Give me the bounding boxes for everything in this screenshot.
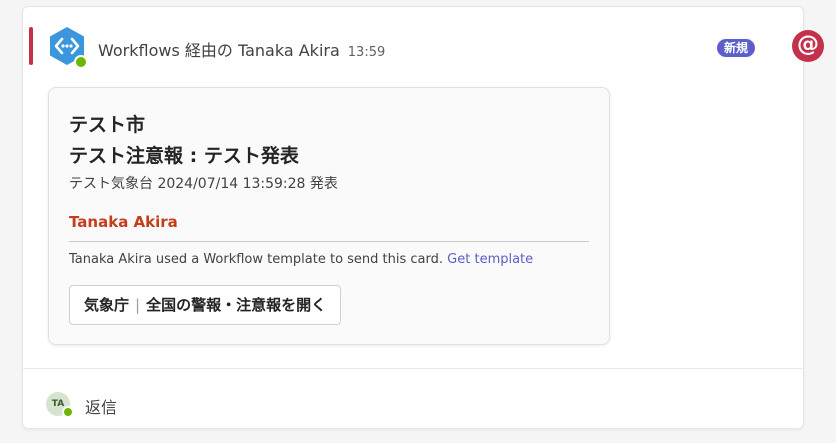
urgent-accent-bar xyxy=(29,27,33,65)
reply-button[interactable]: 返信 xyxy=(85,394,117,418)
card-title-city: テスト市 xyxy=(69,114,146,136)
new-badge: 新規 xyxy=(717,39,756,57)
message-header: Workflows 経由の Tanaka Akira 13:59 xyxy=(98,37,385,61)
get-template-link[interactable]: Get template xyxy=(447,252,533,267)
sender-avatar[interactable] xyxy=(47,26,88,69)
presence-available-icon xyxy=(74,55,88,69)
card-person-name: Tanaka Akira xyxy=(69,213,178,231)
button-part-action: 全国の警報・注意報を開く xyxy=(146,296,327,314)
card-footer: Tanaka Akira used a Workflow template to… xyxy=(69,252,533,267)
reply-presence-icon xyxy=(62,406,74,418)
card-issued-info: テスト気象台 2024/07/14 13:59:28 発表 xyxy=(69,176,338,192)
button-part-agency: 気象庁 xyxy=(84,296,130,314)
mention-icon[interactable]: @ xyxy=(792,30,824,62)
card-divider xyxy=(69,241,589,242)
adaptive-card: テスト市 テスト注意報 : テスト発表 テスト気象台 2024/07/14 13… xyxy=(48,87,610,345)
chat-message: Workflows 経由の Tanaka Akira 13:59 新規 テスト市 … xyxy=(22,6,804,429)
button-separator: | xyxy=(135,296,141,314)
card-title-advisory: テスト注意報 : テスト発表 xyxy=(69,145,299,167)
open-warnings-button[interactable]: 気象庁 | 全国の警報・注意報を開く xyxy=(69,285,342,325)
reply-divider xyxy=(23,368,803,369)
sender-name[interactable]: Workflows 経由の Tanaka Akira xyxy=(98,41,340,60)
message-timestamp[interactable]: 13:59 xyxy=(348,45,385,60)
card-footer-text: Tanaka Akira used a Workflow template to… xyxy=(69,252,444,267)
